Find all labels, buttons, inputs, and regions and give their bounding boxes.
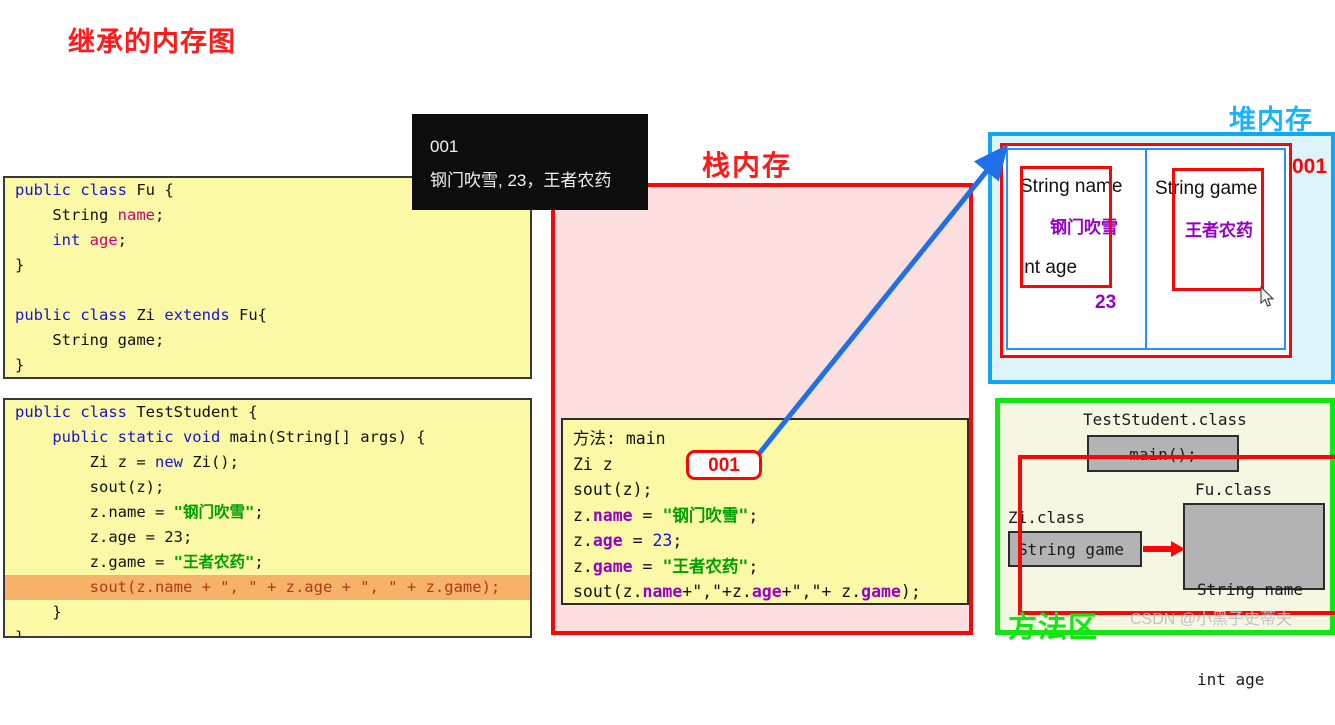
console-line-1: 001 xyxy=(430,137,459,156)
watermark: CSDN @小黑子史蒂夫 xyxy=(1130,611,1293,628)
stack-memory-label: 栈内存 xyxy=(702,150,793,181)
method-area-test-class-label: TestStudent.class xyxy=(1083,410,1247,429)
heap-memory-label: 堆内存 xyxy=(1229,105,1313,135)
code-line: public class Zi extends Fu{ xyxy=(15,306,267,324)
code-line: } xyxy=(15,603,62,621)
heap-field-age-value: 23 xyxy=(1095,292,1117,313)
heap-highlight-box-fu-fields xyxy=(1020,166,1112,288)
code-block-test-student: public class TestStudent { public static… xyxy=(3,398,532,638)
stack-frame-main: 方法: main Zi z sout(z); z.name = "钢门吹雪"; … xyxy=(561,418,969,605)
stack-frame-line: sout(z); xyxy=(573,480,653,499)
console-output-box: 001 钢门吹雪, 23，王者农药 xyxy=(412,114,648,210)
stack-frame-line: z.name = "钢门吹雪"; xyxy=(573,505,759,525)
method-area-fu-member-2: int age xyxy=(1197,670,1265,689)
stack-frame-line: sout(z.name+","+z.age+","+ z.game); xyxy=(573,582,921,601)
code-line: z.name = "钢门吹雪"; xyxy=(15,503,264,521)
stack-frame-line: z.game = "王者农药"; xyxy=(573,556,759,576)
code-line: } xyxy=(15,256,25,274)
mouse-cursor-icon xyxy=(1260,286,1275,307)
console-line-2: 钢门吹雪, 23，王者农药 xyxy=(430,171,612,190)
stack-frame-line: Zi z xyxy=(573,454,613,474)
code-line-highlighted: sout(z.name + ", " + z.age + ", " + z.ga… xyxy=(5,575,530,600)
code-line: public static void main(String[] args) { xyxy=(52,428,426,446)
code-line: sout(z); xyxy=(15,478,165,496)
code-line: } xyxy=(15,356,25,374)
code-line: public class TestStudent { xyxy=(15,403,258,421)
heap-address-label: 001 xyxy=(1292,155,1328,178)
code-line: z.game = "王者农药"; xyxy=(15,553,264,571)
code-line: z.age = 23; xyxy=(15,528,193,546)
stack-frame-line: z.age = 23; xyxy=(573,531,683,550)
page-title: 继承的内存图 xyxy=(68,27,236,57)
method-area-label: 方法区 xyxy=(1008,612,1099,644)
stack-reference-001: 001 xyxy=(686,450,762,480)
method-area-highlight-overlay xyxy=(1018,455,1335,615)
code-line: String game; xyxy=(15,331,165,349)
code-line: Zi z = new Zi(); xyxy=(15,453,239,471)
code-line: } xyxy=(15,628,25,638)
stack-frame-line: 方法: main xyxy=(573,429,666,448)
heap-highlight-box-zi-field xyxy=(1172,168,1264,291)
code-line: int age; xyxy=(52,231,128,249)
